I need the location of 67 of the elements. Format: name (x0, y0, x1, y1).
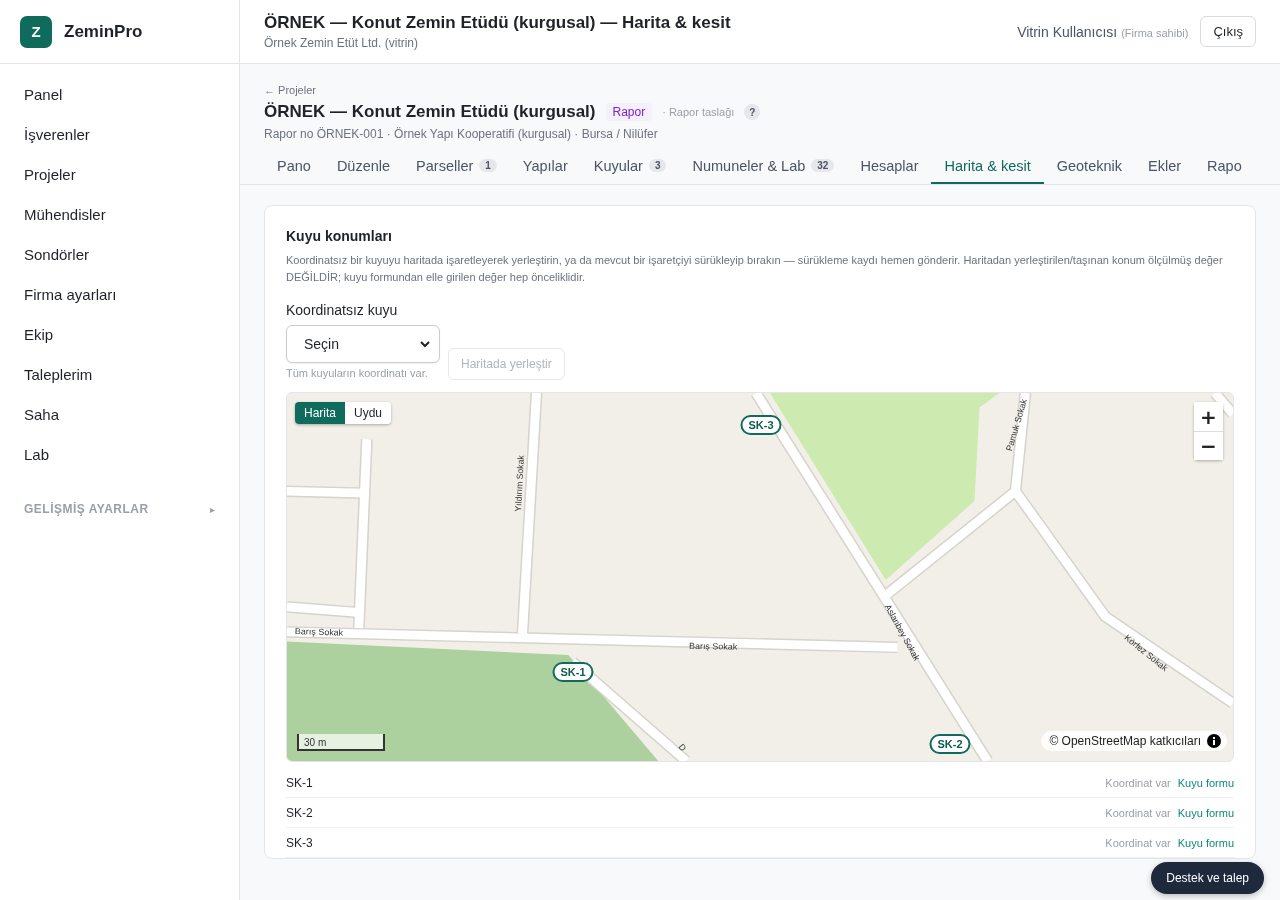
coordinate-status: Koordinat var (1105, 806, 1171, 819)
street-label: Yıldırım Sokak (512, 455, 527, 512)
company-name: Örnek Zemin Etüt Ltd. (vitrin) (264, 36, 420, 50)
well-form-link[interactable]: Kuyu formu (1177, 836, 1234, 849)
tab[interactable]: Harita & kesit (931, 149, 1044, 184)
well-select[interactable]: Seçin (286, 325, 440, 363)
card-title: Kuyu konumları (286, 228, 393, 244)
coordinate-status: Koordinat var (1105, 836, 1171, 849)
brand-name: ZeminPro (64, 21, 143, 42)
status-text: · Rapor taslağı (662, 106, 735, 118)
sidebar-item[interactable]: Projeler (0, 154, 239, 194)
type-badge: Rapor (605, 103, 653, 121)
hint-text: Tüm kuyuların koordinatı var. (286, 367, 429, 379)
sidebar-item[interactable]: Panel (0, 74, 239, 114)
well-marker[interactable]: SK-3 (740, 415, 782, 435)
user-name: Vitrin Kullanıcısı (Firma sahibi) (1017, 23, 1189, 40)
field-label: Koordinatsız kuyu (286, 302, 399, 318)
street-label: Pamuk Sokak (1004, 397, 1030, 452)
info-icon[interactable] (1207, 734, 1221, 748)
caret-icon (420, 340, 430, 348)
tab[interactable]: Yapılar (509, 149, 581, 184)
well-name: SK-2 (286, 805, 313, 820)
tab[interactable]: Rapo (1194, 149, 1255, 184)
project-title: ÖRNEK — Konut Zemin Etüdü (kurgusal) (264, 102, 596, 122)
tab[interactable]: Numuneler & Lab 32 (679, 149, 848, 184)
coordinate-status: Koordinat var (1105, 776, 1171, 789)
tab[interactable]: Ekler (1135, 149, 1195, 184)
sidebar-item[interactable]: Lab (0, 434, 239, 474)
scale-bar: 30 m (297, 734, 385, 751)
project-meta: Rapor no ÖRNEK-001 · Örnek Yapı Kooperatifi (kurgusal) · Bursa / Nilüfer (264, 127, 659, 141)
count-badge: 32 (811, 159, 835, 172)
well-marker[interactable]: SK-1 (552, 662, 594, 682)
tab[interactable]: Kuyular 3 (580, 149, 680, 184)
logout-button[interactable]: Çıkış (1200, 16, 1256, 47)
sidebar-item[interactable]: Saha (0, 394, 239, 434)
zoom-out-button[interactable]: − (1194, 431, 1223, 460)
page-title: ÖRNEK — Konut Zemin Etüdü (kurgusal) — Harita & kesit (264, 13, 731, 33)
well-name: SK-3 (286, 835, 313, 850)
sidebar-item[interactable]: Ekip (0, 314, 239, 354)
tab[interactable]: Parseller 1 (403, 149, 510, 184)
street-label: Barış Sokak (688, 641, 738, 652)
well-form-link[interactable]: Kuyu formu (1177, 776, 1234, 789)
description-text: Koordinatsız bir kuyuyu haritada işaretleyerek yerleştirin, ya da mevcut bir işaretçiyi sürükleyip bırakın — sürükleme kaydı hemen gönderir. Haritadan yerleştirilen/taşınan konum ölçülmüş değer DEĞİLDİR; kuyu formundan elle girilen değer hep önceliklidir. (286, 253, 1224, 285)
street-label: Barış Sokak (294, 626, 344, 638)
zoom-in-button[interactable]: + (1194, 402, 1223, 431)
street-label: D (676, 742, 689, 754)
well-name: SK-1 (286, 775, 313, 790)
layer-toggle[interactable]: Uydu (345, 402, 392, 424)
tab[interactable]: Geoteknik (1043, 149, 1135, 184)
sidebar-item[interactable]: Taleplerim (0, 354, 239, 394)
help-icon[interactable]: ? (744, 104, 761, 120)
well-marker[interactable]: SK-2 (929, 734, 971, 754)
tab[interactable]: Hesaplar (847, 149, 932, 184)
logo-mark: Z (20, 15, 52, 48)
attribution-text: © OpenStreetMap katkıcıları (1049, 734, 1201, 748)
count-badge: 1 (479, 159, 497, 172)
support-button[interactable]: Destek ve talep (1151, 862, 1264, 894)
sidebar-item[interactable]: Mühendisler (0, 194, 239, 234)
tab[interactable]: Pano (264, 149, 324, 184)
well-form-link[interactable]: Kuyu formu (1177, 806, 1234, 819)
sidebar-item[interactable]: İşverenler (0, 114, 239, 154)
sidebar-item[interactable]: Firma ayarları (0, 274, 239, 314)
back-link[interactable]: ← Projeler (264, 84, 1256, 96)
count-badge: 3 (648, 159, 667, 172)
tab[interactable]: Düzenle (323, 149, 404, 184)
sidebar-item[interactable]: Sondörler (0, 234, 239, 274)
layer-toggle[interactable]: Harita (295, 402, 345, 424)
